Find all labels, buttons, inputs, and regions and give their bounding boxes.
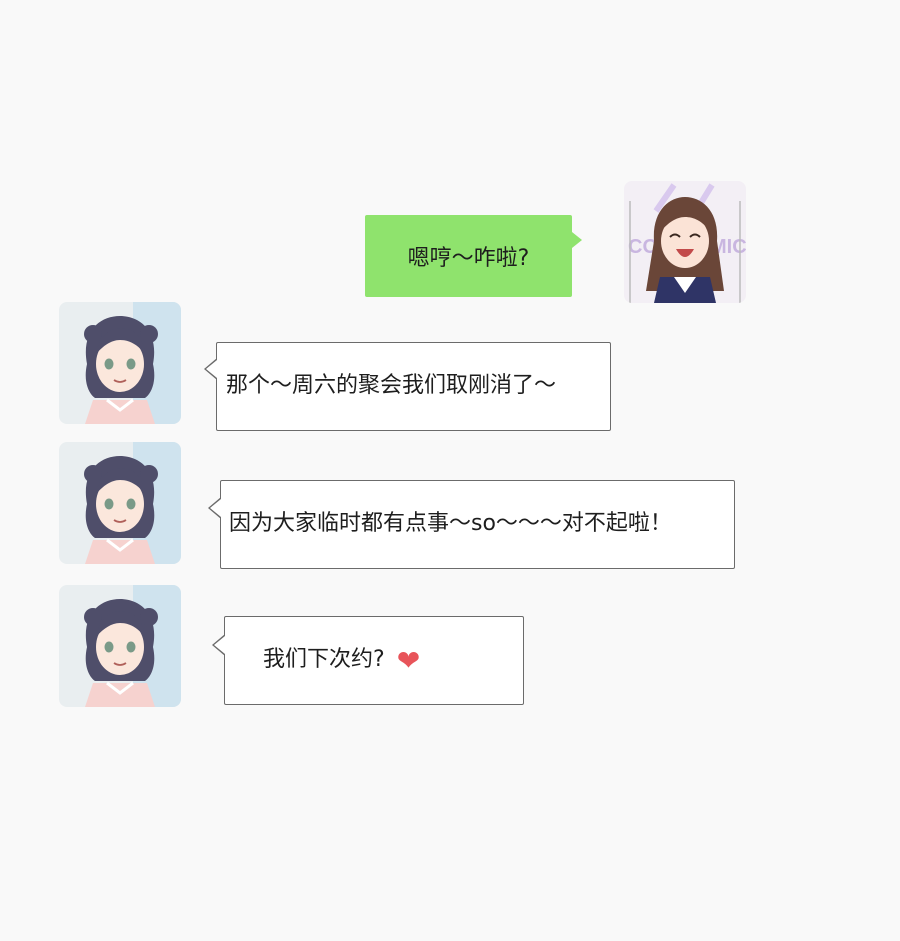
short-hair-girl-avatar-image (59, 302, 181, 424)
friend-avatar[interactable] (59, 442, 181, 564)
incoming-message-bubble[interactable]: 因为大家临时都有点事～so～～～对不起啦！ (208, 480, 735, 569)
self-avatar[interactable]: CO MIC (624, 181, 746, 303)
message-text: 我们下次约? (263, 647, 385, 673)
short-hair-girl-avatar-image (59, 585, 181, 707)
bubble-tail (208, 497, 221, 519)
friend-avatar[interactable] (59, 302, 181, 424)
friend-avatar[interactable] (59, 585, 181, 707)
incoming-message-bubble[interactable]: 我们下次约? ❤ (212, 616, 524, 705)
chat-window: 嗯哼～咋啦? CO MIC 那个～周六的聚会我们取刚消了～ 因为大家临时都有点事… (0, 0, 900, 941)
bubble-tail (572, 232, 582, 248)
bubble-tail (204, 358, 217, 380)
outgoing-message-bubble[interactable]: 嗯哼～咋啦? (365, 215, 582, 297)
incoming-message-bubble[interactable]: 那个～周六的聚会我们取刚消了～ (204, 342, 611, 431)
laughing-girl-avatar-image: CO MIC (624, 181, 746, 303)
message-text: 因为大家临时都有点事～so～～～对不起啦！ (229, 511, 672, 537)
message-text: 那个～周六的聚会我们取刚消了～ (226, 373, 557, 399)
heart-icon: ❤ (396, 643, 421, 677)
bubble-tail (212, 634, 225, 656)
short-hair-girl-avatar-image (59, 442, 181, 564)
message-text: 嗯哼～咋啦? (407, 246, 530, 271)
